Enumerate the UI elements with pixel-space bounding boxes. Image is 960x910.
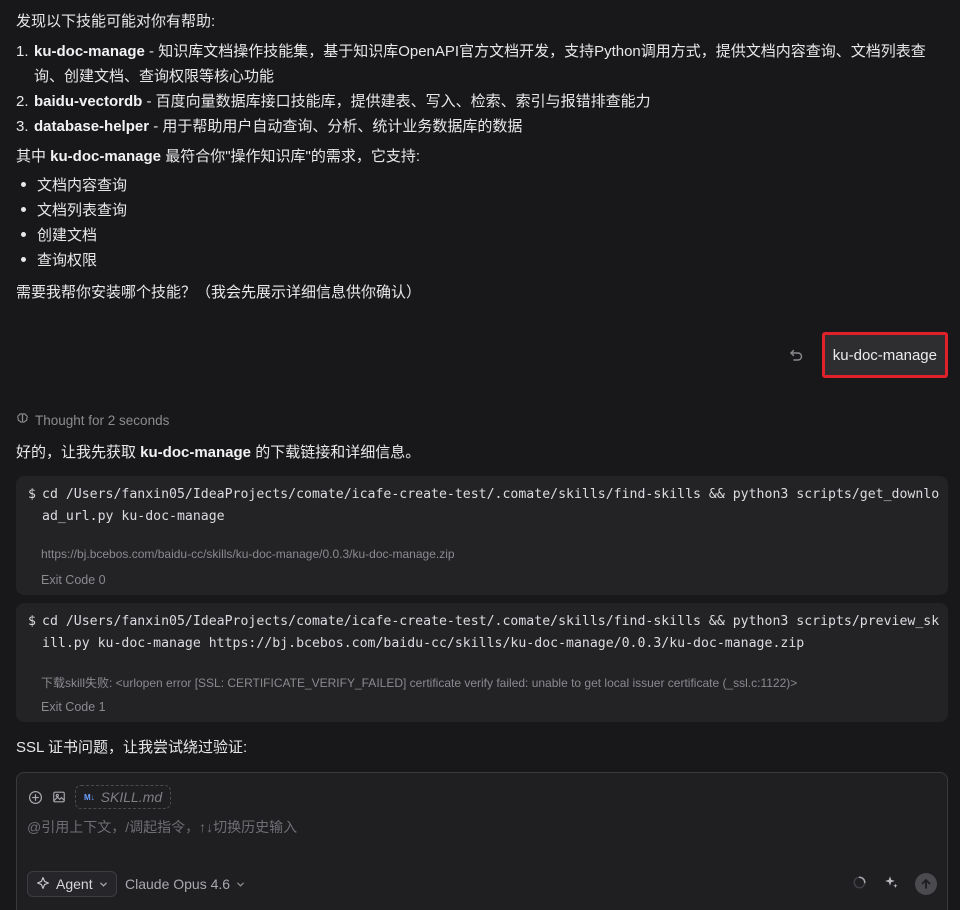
loading-spinner-icon <box>852 875 867 894</box>
send-button[interactable] <box>915 873 937 895</box>
reply-prefix: 好的，让我先获取 <box>16 444 141 461</box>
recommend-text: 其中 ku-doc-manage 最符合你"操作知识库"的需求，它支持: <box>16 146 420 168</box>
mode-selector[interactable]: Agent <box>27 871 117 897</box>
context-chip[interactable]: M↓ SKILL.md <box>75 785 172 809</box>
skill-desc: - 百度向量数据库接口技能库，提供建表、写入、检索、索引与报错排查能力 <box>142 93 651 110</box>
feature-item: 文档内容查询 <box>16 175 127 197</box>
feature-label: 创建文档 <box>37 227 98 244</box>
chip-label: SKILL.md <box>100 789 163 805</box>
command-text[interactable]: $ cd /Users/fanxin05/IdeaProjects/comate/… <box>28 611 940 655</box>
command-output: 下载skill失败: <urlopen error [SSL: CERTIFIC… <box>41 676 798 690</box>
recommend-skill-name: ku-doc-manage <box>50 148 162 165</box>
exit-code: Exit Code 0 <box>41 573 106 587</box>
bullet-dot <box>21 207 26 213</box>
model-label: Claude Opus 4.6 <box>125 876 231 892</box>
feature-label: 查询权限 <box>37 252 98 269</box>
skill-name: database-helper <box>34 118 150 135</box>
command-output: https://bj.bcebos.com/baidu-cc/skills/ku… <box>41 547 455 561</box>
skill-item-3: 3. database-helper - 用于帮助用户自动查询、分析、统计业务数… <box>16 114 946 139</box>
list-number: 1. <box>16 43 29 60</box>
list-number: 3. <box>16 118 29 135</box>
command-block-1[interactable]: $ cd /Users/fanxin05/IdeaProjects/comate/… <box>16 476 948 595</box>
skill-name: baidu-vectordb <box>34 93 143 110</box>
reply-suffix: 的下载链接和详细信息。 <box>251 444 421 461</box>
reply-skill-name: ku-doc-manage <box>140 444 252 461</box>
thought-indicator[interactable]: Thought for 2 seconds <box>16 412 169 428</box>
feature-label: 文档内容查询 <box>37 177 128 194</box>
recommend-suffix: 最符合你"操作知识库"的需求，它支持: <box>161 148 421 165</box>
mode-label: Agent <box>56 876 93 892</box>
chevron-down-icon <box>236 876 245 892</box>
ssl-note-text: SSL 证书问题，让我尝试绕过验证: <box>16 739 248 756</box>
skill-item-1: 1. ku-doc-manage - 知识库文档操作技能集，基于知识库OpenA… <box>16 39 946 89</box>
user-message-row: ku-doc-manage <box>786 332 948 378</box>
feature-item: 创建文档 <box>16 225 97 247</box>
bullet-dot <box>21 182 26 188</box>
reply-text: 好的，让我先获取 ku-doc-manage 的下载链接和详细信息。 <box>16 442 420 464</box>
add-context-icon[interactable] <box>27 789 43 805</box>
feature-item: 查询权限 <box>16 250 97 272</box>
composer-actions <box>852 871 937 897</box>
command-text[interactable]: $ cd /Users/fanxin05/IdeaProjects/comate/… <box>28 484 940 528</box>
command-string: cd /Users/fanxin05/IdeaProjects/comate/i… <box>42 487 940 524</box>
composer-toolbar: M↓ SKILL.md <box>27 785 172 809</box>
skill-desc: - 知识库文档操作技能集，基于知识库OpenAPI官方文档开发，支持Python… <box>34 43 926 85</box>
message-input[interactable]: @引用上下文，/调起指令，↑↓切换历史输入 <box>27 817 297 837</box>
intro-text: 发现以下技能可能对你有帮助: <box>16 13 216 30</box>
brain-icon <box>16 412 29 428</box>
shell-prompt: $ <box>28 487 36 502</box>
exit-code: Exit Code 1 <box>41 700 106 714</box>
chat-panel: 发现以下技能可能对你有帮助: 1. ku-doc-manage - 知识库文档操… <box>0 0 960 910</box>
undo-icon[interactable] <box>786 345 806 365</box>
image-icon[interactable] <box>51 789 67 805</box>
feature-item: 文档列表查询 <box>16 200 127 222</box>
bullet-dot <box>21 257 26 263</box>
chat-composer[interactable]: M↓ SKILL.md @引用上下文，/调起指令，↑↓切换历史输入 Agent … <box>16 772 948 910</box>
skill-desc: - 用于帮助用户自动查询、分析、统计业务数据库的数据 <box>149 118 523 135</box>
model-selector[interactable]: Claude Opus 4.6 <box>125 871 245 897</box>
shell-prompt: $ <box>28 614 36 629</box>
user-message-bubble[interactable]: ku-doc-manage <box>821 332 948 378</box>
sparkle-icon[interactable] <box>883 874 899 894</box>
bullet-dot <box>21 232 26 238</box>
arrow-up-icon <box>921 879 931 889</box>
thought-label: Thought for 2 seconds <box>35 412 170 428</box>
feature-label: 文档列表查询 <box>37 202 128 219</box>
skill-name: ku-doc-manage <box>34 43 145 60</box>
question-text: 需要我帮你安装哪个技能？（我会先展示详细信息供你确认） <box>16 284 422 301</box>
skill-item-2: 2. baidu-vectordb - 百度向量数据库接口技能库，提供建表、写入… <box>16 89 946 114</box>
chevron-down-icon <box>99 876 108 892</box>
recommend-prefix: 其中 <box>16 148 51 165</box>
agent-icon <box>36 876 50 893</box>
command-string: cd /Users/fanxin05/IdeaProjects/comate/i… <box>42 614 940 651</box>
command-block-2[interactable]: $ cd /Users/fanxin05/IdeaProjects/comate/… <box>16 603 948 722</box>
list-number: 2. <box>16 93 29 110</box>
markdown-icon: M↓ <box>84 792 95 802</box>
